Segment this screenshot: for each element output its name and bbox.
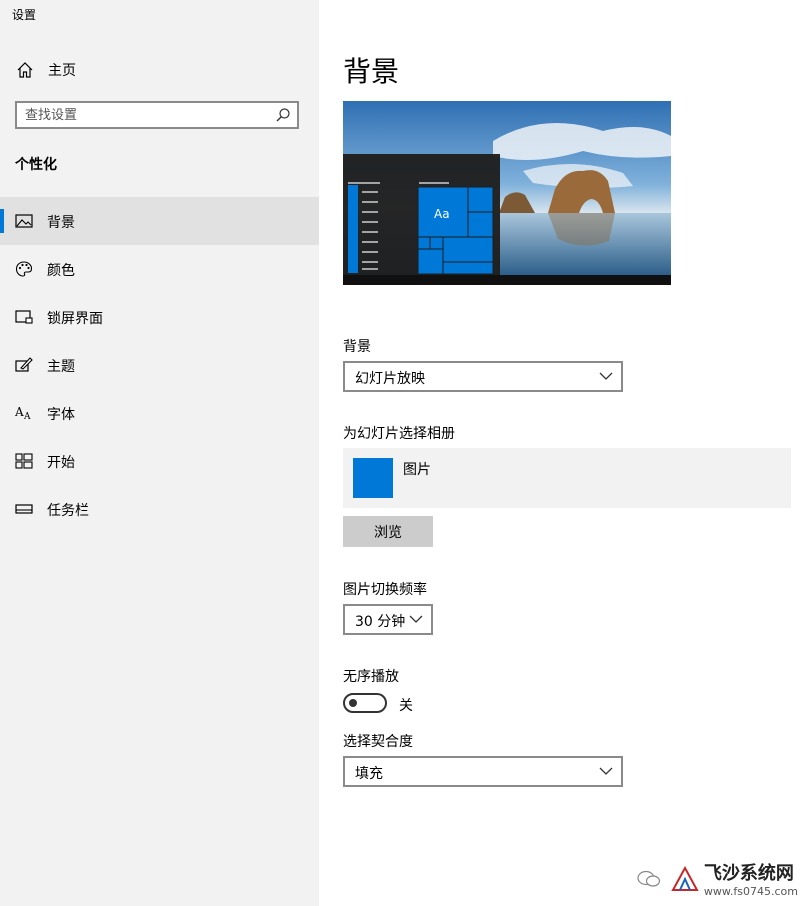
theme-brush-icon xyxy=(15,357,33,372)
sidebar-nav: 背景 颜色 锁屏界面 主题 A A 字体 开始 任务栏 xyxy=(0,197,319,533)
svg-text:A: A xyxy=(23,412,31,422)
home-icon xyxy=(17,62,33,78)
interval-dropdown[interactable]: 30 分钟 xyxy=(343,604,433,635)
watermark-url: www.fs0745.com xyxy=(703,885,798,898)
fit-label: 选择契合度 xyxy=(343,734,413,750)
album-card[interactable]: 图片 xyxy=(343,448,791,508)
palette-icon xyxy=(15,261,33,277)
fit-dropdown[interactable]: 填充 xyxy=(343,756,623,787)
sidebar-item-background[interactable]: 背景 xyxy=(0,197,319,245)
toggle-knob xyxy=(349,699,357,707)
dropdown-value: 30 分钟 xyxy=(355,614,406,630)
sidebar: 设置 主页 个性化 背景 颜色 xyxy=(0,0,319,906)
sidebar-item-fonts[interactable]: A A 字体 xyxy=(0,389,319,437)
preview-start-sidebar xyxy=(348,185,358,273)
svg-text:A: A xyxy=(15,405,24,419)
album-name: 图片 xyxy=(403,462,431,478)
page-title: 背景 xyxy=(343,55,400,88)
sidebar-item-label: 锁屏界面 xyxy=(47,311,103,327)
background-type-dropdown[interactable]: 幻灯片放映 xyxy=(343,361,623,392)
main-content: 背景 Aa 背景 幻灯片放映 为幻灯片选择相册 图片 浏览 图片切换频率 30 … xyxy=(319,0,806,906)
sidebar-item-label: 任务栏 xyxy=(47,503,89,519)
sidebar-item-label: 开始 xyxy=(47,455,75,471)
folder-thumbnail xyxy=(353,458,393,498)
sidebar-item-start[interactable]: 开始 xyxy=(0,437,319,485)
wechat-icon xyxy=(637,870,661,887)
dropdown-value: 填充 xyxy=(355,766,383,782)
sidebar-item-label: 颜色 xyxy=(47,263,75,279)
sidebar-item-taskbar[interactable]: 任务栏 xyxy=(0,485,319,533)
image-icon xyxy=(15,214,33,228)
browse-button[interactable]: 浏览 xyxy=(343,516,433,547)
sidebar-item-label: 背景 xyxy=(47,215,75,231)
sidebar-item-label: 主题 xyxy=(47,359,75,375)
sidebar-item-colors[interactable]: 颜色 xyxy=(0,245,319,293)
preview-tile-label: Aa xyxy=(434,207,450,221)
shuffle-label: 无序播放 xyxy=(343,669,399,685)
sidebar-item-lock-screen[interactable]: 锁屏界面 xyxy=(0,293,319,341)
toggle-state-label: 关 xyxy=(399,698,413,714)
background-label: 背景 xyxy=(343,339,371,355)
search-icon[interactable] xyxy=(275,107,291,123)
lock-screen-icon xyxy=(15,310,33,324)
background-preview: Aa xyxy=(343,101,671,285)
chevron-down-icon xyxy=(409,615,423,623)
chevron-down-icon xyxy=(599,767,613,775)
app-title: 设置 xyxy=(12,8,37,22)
taskbar-icon xyxy=(15,504,33,514)
dropdown-value: 幻灯片放映 xyxy=(355,371,425,387)
album-label: 为幻灯片选择相册 xyxy=(343,426,455,442)
search-input[interactable] xyxy=(25,106,265,124)
search-box[interactable] xyxy=(15,101,299,129)
watermark: 飞沙系统网 www.fs0745.com xyxy=(636,859,798,898)
sidebar-item-label: 字体 xyxy=(47,407,75,423)
preview-tiles xyxy=(417,186,494,275)
brand-logo-icon xyxy=(671,865,699,891)
home-label: 主页 xyxy=(48,63,76,79)
home-link[interactable]: 主页 xyxy=(16,60,76,80)
chevron-down-icon xyxy=(599,372,613,380)
shuffle-toggle[interactable] xyxy=(343,693,387,713)
font-icon: A A xyxy=(15,405,31,422)
section-title: 个性化 xyxy=(15,157,57,173)
sidebar-item-themes[interactable]: 主题 xyxy=(0,341,319,389)
preview-taskbar xyxy=(343,275,671,285)
watermark-brand: 飞沙系统网 xyxy=(703,863,794,884)
interval-label: 图片切换频率 xyxy=(343,582,427,598)
start-grid-icon xyxy=(15,453,33,469)
